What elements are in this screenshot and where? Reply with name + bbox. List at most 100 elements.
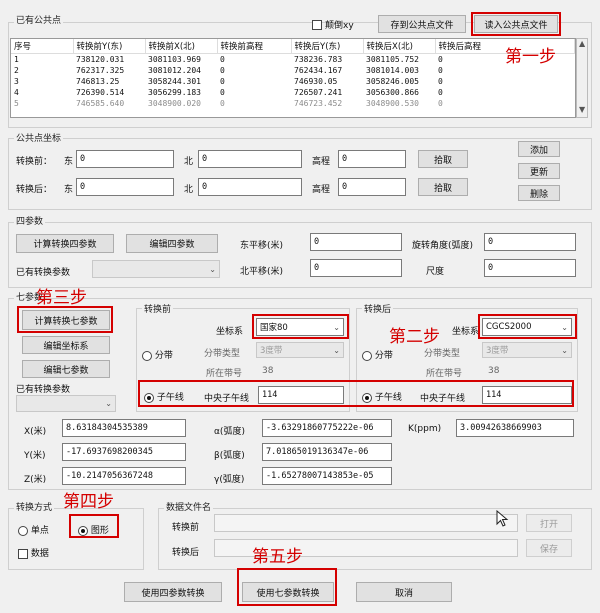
east-shift-input[interactable]: 0 bbox=[310, 233, 402, 251]
calc-seven-params-button[interactable]: 计算转换七参数 bbox=[22, 310, 110, 330]
chevron-down-icon: ⌄ bbox=[333, 345, 340, 355]
table-cell: 3058246.005 bbox=[366, 77, 419, 86]
after-meridian-radio[interactable]: 子午线 bbox=[362, 390, 402, 403]
column-header[interactable]: 转换前X(北) bbox=[145, 39, 218, 54]
after-coord-sys-label: 坐标系 bbox=[452, 327, 480, 337]
z-param-label: Z(米) bbox=[24, 475, 47, 485]
common-points-title: 已有公共点 bbox=[14, 13, 64, 26]
rotation-input[interactable]: 0 bbox=[484, 233, 576, 251]
before-coord-sys-value: 国家80 bbox=[260, 323, 288, 333]
radio-selected-icon bbox=[362, 392, 372, 403]
gamma-param-input[interactable]: -1.65278007143853e-05 bbox=[262, 467, 392, 485]
before-east-input[interactable]: 0 bbox=[76, 150, 174, 168]
graphic-radio[interactable]: 图形 bbox=[78, 523, 109, 536]
chevron-down-icon: ⌄ bbox=[561, 322, 568, 332]
before-zone-type-select[interactable]: 3度带 ⌄ bbox=[256, 342, 344, 358]
pick-before-button[interactable]: 拾取 bbox=[418, 150, 468, 168]
chevron-down-icon: ⌄ bbox=[333, 322, 340, 332]
table-cell: 0 bbox=[220, 88, 225, 97]
alpha-param-input[interactable]: -3.63291860775222e-06 bbox=[262, 419, 392, 437]
save-common-points-button[interactable]: 存到公共点文件 bbox=[378, 15, 466, 33]
table-row[interactable]: 3 746813.25 3058244.301 0 746930.05 3058… bbox=[11, 76, 575, 87]
y-param-input[interactable]: -17.6937698200345 bbox=[62, 443, 186, 461]
k-param-input[interactable]: 3.00942638669903 bbox=[456, 419, 574, 437]
after-height-input[interactable]: 0 bbox=[338, 178, 406, 196]
beta-param-label: β(弧度) bbox=[214, 451, 245, 461]
save-file-button[interactable]: 保存 bbox=[526, 539, 572, 557]
before-central-meridian-input[interactable]: 114 bbox=[258, 386, 344, 404]
open-file-button[interactable]: 打开 bbox=[526, 514, 572, 532]
edit-coord-sys-button[interactable]: 编辑坐标系 bbox=[22, 336, 110, 354]
before-zone-label: 分带 bbox=[154, 351, 173, 361]
before-coord-sys-select[interactable]: 国家80 ⌄ bbox=[256, 318, 344, 336]
column-header[interactable]: 转换后X(北) bbox=[363, 39, 436, 54]
after-east-label: 东 bbox=[64, 185, 74, 195]
rotation-label: 旋转角度(弧度) bbox=[412, 241, 474, 251]
data-file-after-label: 转换后 bbox=[172, 548, 200, 558]
column-header[interactable]: 转换前高程 bbox=[217, 39, 292, 54]
after-zone-radio[interactable]: 分带 bbox=[362, 348, 393, 361]
table-cell: 0 bbox=[438, 77, 443, 86]
after-central-meridian-label: 中央子午线 bbox=[420, 394, 466, 404]
flip-xy-checkbox[interactable]: 颠倒xy bbox=[312, 18, 354, 31]
chevron-down-icon: ⌄ bbox=[105, 399, 112, 408]
scroll-down-icon[interactable]: ▼ bbox=[579, 105, 585, 114]
table-cell: 3056300.866 bbox=[366, 88, 419, 97]
table-header-row: 序号 转换前Y(东) 转换前X(北) 转换前高程 转换后Y(东) 转换后X(北)… bbox=[11, 39, 575, 54]
after-zone-no-value: 38 bbox=[488, 366, 500, 376]
after-zone-type-select[interactable]: 3度带 ⌄ bbox=[482, 342, 572, 358]
column-header[interactable]: 序号 bbox=[11, 39, 74, 54]
table-row[interactable]: 1 738120.031 3081103.969 0 738236.783 30… bbox=[11, 54, 575, 66]
single-point-radio[interactable]: 单点 bbox=[18, 523, 49, 536]
table-row[interactable]: 4 726390.514 3056299.183 0 726507.241 30… bbox=[11, 87, 575, 98]
add-point-button[interactable]: 添加 bbox=[518, 141, 560, 157]
table-cell: 746930.05 bbox=[294, 77, 338, 86]
before-height-input[interactable]: 0 bbox=[338, 150, 406, 168]
before-label: 转换前： bbox=[16, 157, 53, 167]
before-coord-sys-label: 坐标系 bbox=[216, 327, 244, 337]
scroll-up-icon[interactable]: ▲ bbox=[579, 39, 585, 48]
table-cell: 3081012.204 bbox=[148, 66, 201, 75]
after-coord-sys-select[interactable]: CGCS2000 ⌄ bbox=[482, 318, 572, 336]
table-scrollbar[interactable]: ▲ ▼ bbox=[576, 38, 588, 118]
after-group-title: 转换后 bbox=[362, 302, 394, 315]
update-point-button[interactable]: 更新 bbox=[518, 163, 560, 179]
table-row[interactable]: 2 762317.325 3081012.204 0 762434.167 30… bbox=[11, 65, 575, 76]
z-param-input[interactable]: -10.2147056367248 bbox=[62, 467, 186, 485]
scale-input[interactable]: 0 bbox=[484, 259, 576, 277]
data-file-before-input[interactable] bbox=[214, 514, 518, 532]
point-coords-title: 公共点坐标 bbox=[14, 131, 64, 144]
after-north-input[interactable]: 0 bbox=[198, 178, 302, 196]
seven-existing-params-select[interactable]: ⌄ bbox=[16, 395, 116, 412]
four-existing-params-select[interactable]: ⌄ bbox=[92, 260, 220, 278]
table-cell: 726390.514 bbox=[76, 88, 125, 97]
delete-point-button[interactable]: 删除 bbox=[518, 185, 560, 201]
gamma-param-label: γ(弧度) bbox=[214, 475, 245, 485]
after-east-input[interactable]: 0 bbox=[76, 178, 174, 196]
table-cell: 5 bbox=[14, 99, 19, 108]
load-common-points-button[interactable]: 读入公共点文件 bbox=[474, 15, 558, 33]
calc-four-params-button[interactable]: 计算转换四参数 bbox=[16, 234, 114, 253]
before-zone-radio[interactable]: 分带 bbox=[142, 348, 173, 361]
after-north-label: 北 bbox=[184, 185, 194, 195]
before-zone-no-label: 所在带号 bbox=[206, 369, 243, 379]
flip-xy-label: 颠倒xy bbox=[325, 21, 354, 31]
use-seven-params-button[interactable]: 使用七参数转换 bbox=[242, 582, 334, 602]
cancel-button[interactable]: 取消 bbox=[356, 582, 452, 602]
before-north-input[interactable]: 0 bbox=[198, 150, 302, 168]
use-four-params-button[interactable]: 使用四参数转换 bbox=[124, 582, 222, 602]
edit-four-params-button[interactable]: 编辑四参数 bbox=[126, 234, 218, 253]
step3-label: 第三步 bbox=[36, 288, 87, 308]
before-meridian-radio[interactable]: 子午线 bbox=[144, 390, 184, 403]
after-central-meridian-input[interactable]: 114 bbox=[482, 386, 572, 404]
beta-param-input[interactable]: 7.01865019136347e-06 bbox=[262, 443, 392, 461]
edit-seven-params-button[interactable]: 编辑七参数 bbox=[22, 360, 110, 378]
column-header[interactable]: 转换前Y(东) bbox=[73, 39, 146, 54]
north-shift-input[interactable]: 0 bbox=[310, 259, 402, 277]
table-cell: 3048900.530 bbox=[366, 99, 419, 108]
column-header[interactable]: 转换后Y(东) bbox=[291, 39, 364, 54]
x-param-input[interactable]: 8.63184304535389 bbox=[62, 419, 186, 437]
pick-after-button[interactable]: 拾取 bbox=[418, 178, 468, 196]
table-row[interactable]: 5 746585.640 3048900.020 0 746723.452 30… bbox=[11, 98, 575, 109]
data-checkbox[interactable]: 数据 bbox=[18, 546, 49, 559]
